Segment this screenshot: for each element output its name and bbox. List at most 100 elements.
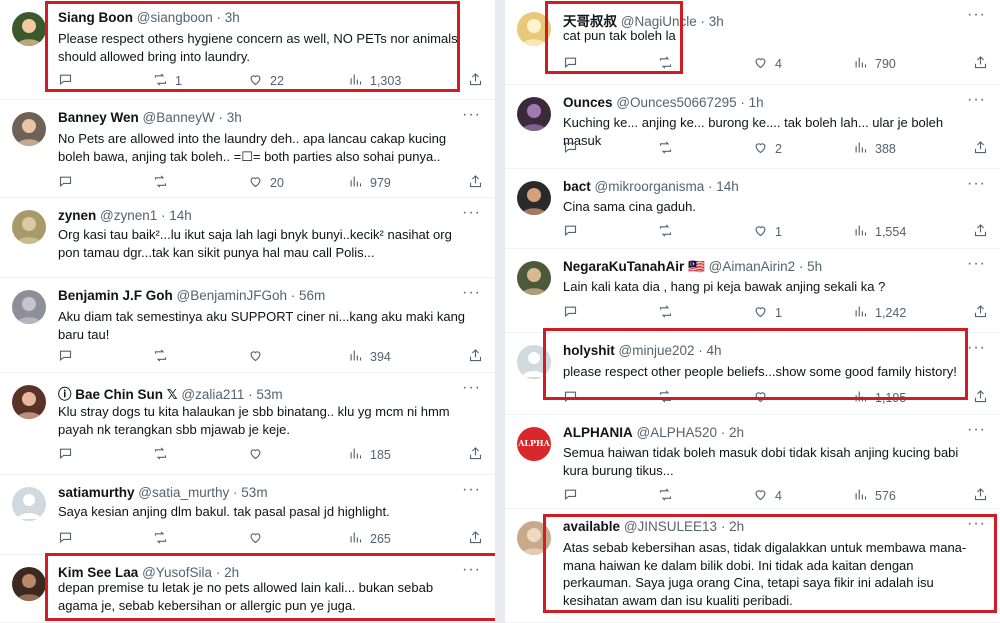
retweet-button[interactable] — [658, 304, 680, 322]
share-button[interactable] — [973, 140, 988, 158]
timestamp[interactable]: 53m — [241, 485, 267, 500]
retweet-button[interactable] — [153, 446, 175, 464]
views-button[interactable]: 576 — [853, 487, 896, 505]
more-icon[interactable]: ··· — [967, 515, 986, 533]
avatar[interactable] — [12, 210, 46, 244]
more-icon[interactable]: ··· — [967, 339, 986, 357]
reply-button[interactable] — [563, 304, 585, 322]
display-name[interactable]: bact — [563, 179, 591, 194]
timestamp[interactable]: 2h — [729, 425, 744, 440]
timestamp[interactable]: 53m — [256, 387, 282, 402]
display-name[interactable]: ALPHANIA — [563, 425, 633, 440]
reply-button[interactable] — [58, 348, 80, 366]
tweet[interactable]: 天哥叔叔 @NagiUncle · 3h ··· cat pun tak boleh… — [505, 0, 1000, 85]
reply-button[interactable] — [58, 530, 80, 548]
avatar[interactable]: ALPHA — [517, 427, 551, 461]
tweet[interactable]: zynen @zynen1 · 14h ··· Org kasi tau baik²… — [0, 198, 495, 278]
more-icon[interactable]: ··· — [967, 6, 986, 24]
user-handle[interactable]: @minjue202 — [619, 343, 695, 358]
reply-button[interactable] — [563, 389, 585, 407]
user-handle[interactable]: @BanneyW — [143, 110, 215, 125]
more-icon[interactable]: ··· — [462, 561, 481, 579]
timestamp[interactable]: 2h — [224, 565, 239, 580]
avatar[interactable] — [517, 345, 551, 379]
views-button[interactable]: 1,303 — [348, 72, 401, 90]
tweet[interactable]: Ounces @Ounces50667295 · 1h ··· Kuching ke… — [505, 85, 1000, 169]
timestamp[interactable]: 2h — [729, 519, 744, 534]
tweet[interactable]: Kim See Laa @YusofSila · 2h ··· depan prem… — [0, 555, 495, 623]
display-name[interactable]: Benjamin J.F Goh — [58, 288, 173, 303]
retweet-button[interactable] — [658, 389, 680, 407]
share-button[interactable] — [468, 348, 483, 366]
views-button[interactable]: 388 — [853, 140, 896, 158]
retweet-button[interactable] — [658, 140, 680, 158]
avatar[interactable] — [12, 112, 46, 146]
timestamp[interactable]: 14h — [169, 208, 192, 223]
more-icon[interactable]: ··· — [967, 421, 986, 439]
user-handle[interactable]: @mikroorganisma — [595, 179, 705, 194]
views-button[interactable]: 185 — [348, 446, 391, 464]
tweet[interactable]: NegaraKuTanahAir 🇲🇾 @AimanAirin2 · 5h ···… — [505, 249, 1000, 333]
timestamp[interactable]: 5h — [807, 259, 822, 274]
display-name[interactable]: ⓘ Bae Chin Sun 𝕏 — [58, 387, 178, 402]
share-button[interactable] — [468, 174, 483, 192]
tweet[interactable]: Benjamin J.F Goh @BenjaminJFGoh · 56m ···… — [0, 278, 495, 373]
views-button[interactable]: 1,242 — [853, 304, 906, 322]
timestamp[interactable]: 14h — [716, 179, 739, 194]
user-handle[interactable]: @Ounces50667295 — [616, 95, 736, 110]
share-button[interactable] — [468, 72, 483, 90]
views-button[interactable]: 979 — [348, 174, 391, 192]
avatar[interactable] — [517, 12, 551, 46]
retweet-button[interactable] — [153, 530, 175, 548]
user-handle[interactable]: @siangboon — [137, 10, 213, 25]
reply-button[interactable] — [58, 174, 80, 192]
like-button[interactable] — [248, 446, 270, 464]
like-button[interactable]: 4 — [753, 55, 782, 73]
tweet[interactable]: bact @mikroorganisma · 14h ··· Cina sama c… — [505, 169, 1000, 249]
avatar[interactable] — [517, 261, 551, 295]
display-name[interactable]: satiamurthy — [58, 485, 135, 500]
share-button[interactable] — [973, 389, 988, 407]
reply-button[interactable] — [563, 223, 585, 241]
like-button[interactable]: 2 — [753, 140, 782, 158]
reply-button[interactable] — [58, 446, 80, 464]
avatar[interactable] — [517, 97, 551, 131]
user-handle[interactable]: @ALPHA520 — [637, 425, 718, 440]
user-handle[interactable]: @satia_murthy — [138, 485, 229, 500]
retweet-button[interactable] — [658, 55, 680, 73]
retweet-button[interactable] — [658, 223, 680, 241]
more-icon[interactable]: ··· — [462, 106, 481, 124]
views-button[interactable]: 265 — [348, 530, 391, 548]
display-name[interactable]: Banney Wen — [58, 110, 139, 125]
retweet-button[interactable] — [658, 487, 680, 505]
user-handle[interactable]: @zynen1 — [100, 208, 157, 223]
views-button[interactable]: 1,554 — [853, 223, 906, 241]
share-button[interactable] — [468, 446, 483, 464]
share-button[interactable] — [973, 304, 988, 322]
tweet[interactable]: Banney Wen @BanneyW · 3h ··· No Pets are a… — [0, 100, 495, 198]
more-icon[interactable]: ··· — [967, 255, 986, 273]
more-icon[interactable]: ··· — [462, 284, 481, 302]
like-button[interactable]: 1 — [753, 223, 782, 241]
reply-button[interactable] — [563, 140, 585, 158]
user-handle[interactable]: @BenjaminJFGoh — [177, 288, 288, 303]
avatar[interactable] — [12, 385, 46, 419]
retweet-button[interactable]: 1 — [153, 72, 182, 90]
tweet[interactable]: ⓘ Bae Chin Sun 𝕏 @zalia211 · 53m ··· Klu s… — [0, 373, 495, 475]
like-button[interactable]: 20 — [248, 174, 284, 192]
tweet[interactable]: available @JINSULEE13 · 2h ··· Atas sebab … — [505, 509, 1000, 623]
share-button[interactable] — [468, 530, 483, 548]
tweet[interactable]: holyshit @minjue202 · 4h ··· please respec… — [505, 333, 1000, 415]
tweet[interactable]: satiamurthy @satia_murthy · 53m ··· Saya k… — [0, 475, 495, 555]
timestamp[interactable]: 4h — [707, 343, 722, 358]
display-name[interactable]: available — [563, 519, 620, 534]
share-button[interactable] — [973, 487, 988, 505]
avatar[interactable] — [12, 12, 46, 46]
views-button[interactable]: 790 — [853, 55, 896, 73]
user-handle[interactable]: @zalia211 — [181, 387, 244, 402]
timestamp[interactable]: 3h — [227, 110, 242, 125]
like-button[interactable] — [248, 348, 270, 366]
reply-button[interactable] — [563, 487, 585, 505]
like-button[interactable]: 1 — [753, 304, 782, 322]
reply-button[interactable] — [563, 55, 585, 73]
